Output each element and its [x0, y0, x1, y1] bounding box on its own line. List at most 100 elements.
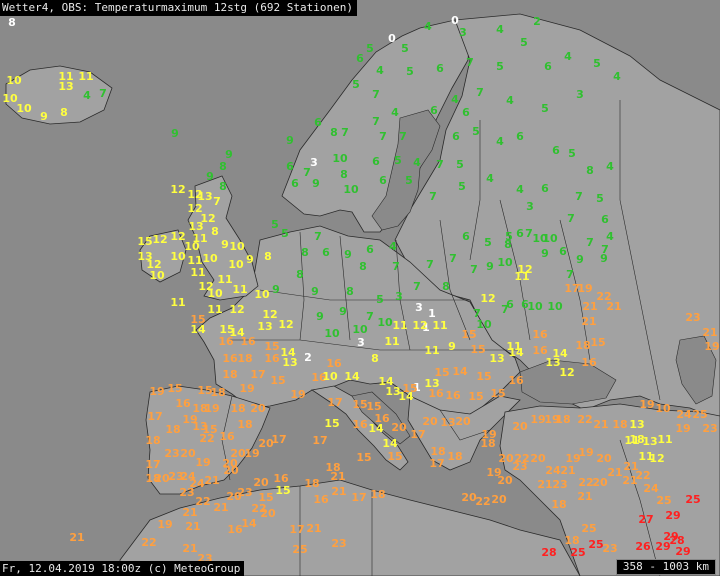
station-reading: 10 [254, 288, 270, 301]
station-reading: 18 [237, 352, 252, 365]
station-reading: 5 [520, 36, 528, 49]
station-reading: 7 [586, 236, 594, 249]
station-reading: 20 [512, 420, 528, 433]
station-reading: 8 [60, 106, 68, 119]
station-reading: 4 [376, 64, 384, 77]
station-reading: 9 [171, 127, 179, 140]
station-reading: 21 [582, 300, 597, 313]
station-reading: 19 [290, 388, 305, 401]
station-reading: 21 [581, 315, 596, 328]
station-reading: 14 [190, 323, 206, 336]
station-reading: 5 [496, 60, 504, 73]
map-canvas: 8 0033 1132110 11 111310109 84 75 54 3 4256454364… [0, 0, 720, 576]
station-reading: 10 [324, 327, 340, 340]
station-reading: 6 [452, 130, 460, 143]
station-reading: 23 [702, 422, 717, 435]
station-reading: 16 [219, 430, 235, 443]
station-reading: 10 [16, 102, 32, 115]
station-reading: 18 [210, 386, 225, 399]
station-reading: 13 [282, 356, 297, 369]
station-reading: 7 [314, 230, 322, 243]
station-reading: 9 [286, 134, 294, 147]
station-reading: 22 [475, 495, 490, 508]
station-reading: 21 [185, 520, 200, 533]
station-reading: 25 [692, 408, 707, 421]
station-reading: 19 [244, 447, 259, 460]
station-reading: 11 [432, 319, 447, 332]
station-reading: 13 [642, 435, 657, 448]
station-reading: 15 [137, 235, 152, 248]
station-reading: 9 [448, 340, 456, 353]
station-reading: 5 [366, 42, 374, 55]
station-reading: 5 [401, 42, 409, 55]
station-reading: 16 [264, 352, 280, 365]
station-reading: 5 [405, 174, 413, 187]
station-reading: 15 [275, 484, 290, 497]
station-reading: 9 [311, 285, 319, 298]
station-reading: 23 [685, 311, 700, 324]
station-reading: 8 [586, 164, 594, 177]
station-reading: 3 [576, 88, 584, 101]
station-reading: 25 [685, 493, 700, 506]
station-reading: 7 [426, 258, 434, 271]
station-reading: 9 [272, 283, 280, 296]
station-reading: 21 [69, 531, 84, 544]
station-reading: 7 [372, 88, 380, 101]
station-reading: 14 [452, 365, 468, 378]
station-reading: 25 [656, 494, 671, 507]
station-reading: 20 [422, 415, 438, 428]
station-reading: 17 [289, 523, 304, 536]
station-reading: 21 [560, 464, 575, 477]
station-reading: 16 [374, 412, 390, 425]
station-reading: 10 [377, 316, 393, 329]
station-reading: 7 [567, 212, 575, 225]
station-reading: 7 [341, 126, 349, 139]
station-reading: 7 [436, 158, 444, 171]
station-reading: 26 [635, 540, 651, 553]
station-reading: 8 [371, 352, 379, 365]
station-reading: 0 [388, 32, 396, 45]
station-reading: 18 [612, 418, 627, 431]
station-reading: 17 [271, 433, 286, 446]
station-reading: 5 [281, 227, 289, 240]
station-reading: 7 [470, 263, 478, 276]
station-reading: 15 [356, 451, 371, 464]
station-reading: 15 [270, 374, 285, 387]
station-reading: 20 [250, 402, 266, 415]
station-reading: 10 [655, 402, 671, 415]
station-reading: 17 [351, 491, 366, 504]
station-reading: 13 [58, 80, 73, 93]
station-reading: 5 [593, 57, 601, 70]
station-reading: 17 [312, 434, 327, 447]
station-reading: 17 [410, 428, 425, 441]
station-reading: 4 [606, 160, 614, 173]
station-reading: 9 [206, 170, 214, 183]
station-reading: 13 [440, 416, 455, 429]
station-reading: 5 [456, 158, 464, 171]
station-reading: 12 [278, 318, 293, 331]
station-reading: 2 [304, 351, 312, 364]
station-reading: 12 [480, 292, 495, 305]
station-reading: 3 [459, 26, 467, 39]
station-reading: 7 [449, 252, 457, 265]
station-reading: 18 [480, 437, 495, 450]
station-reading: 10 [343, 183, 359, 196]
station-reading: 27 [638, 513, 653, 526]
station-reading: 20 [180, 447, 196, 460]
station-reading: 16 [508, 374, 524, 387]
station-reading: 10 [476, 318, 492, 331]
station-reading: 6 [372, 155, 380, 168]
station-reading: 28 [541, 546, 556, 559]
station-reading: 8 [296, 268, 304, 281]
station-reading: 7 [566, 268, 574, 281]
station-reading: 5 [376, 293, 384, 306]
station-reading: 4 [424, 20, 432, 33]
station-reading: 20 [455, 415, 471, 428]
station-reading: 4 [516, 183, 524, 196]
station-reading: 20 [223, 464, 239, 477]
station-reading: 20 [530, 452, 546, 465]
station-reading: 6 [286, 160, 294, 173]
station-reading: 6 [379, 174, 387, 187]
station-reading: 15 [402, 382, 417, 395]
station-reading: 21 [702, 326, 717, 339]
